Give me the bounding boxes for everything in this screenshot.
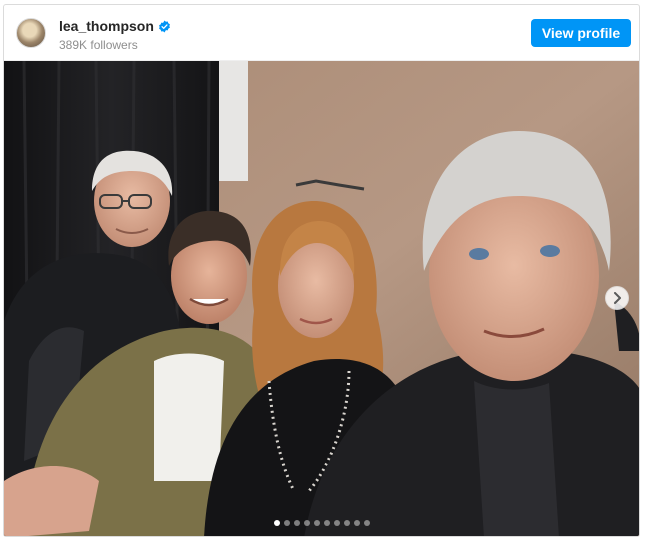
username-row: lea_thompson: [59, 18, 171, 34]
instagram-embed: lea_thompson 389K followers View profile: [3, 4, 640, 537]
post-media[interactable]: [4, 61, 639, 536]
username-link[interactable]: lea_thompson: [59, 18, 154, 34]
chevron-right-icon: [614, 292, 621, 304]
carousel-dot: [273, 520, 280, 526]
carousel-dot: [313, 520, 320, 526]
carousel-dot: [333, 520, 340, 526]
carousel-dot: [323, 520, 330, 526]
carousel-dot: [303, 520, 310, 526]
next-slide-button[interactable]: [605, 286, 629, 310]
carousel-dot: [293, 520, 300, 526]
post-header: lea_thompson 389K followers View profile: [4, 5, 639, 61]
post-photo: [4, 61, 639, 536]
avatar[interactable]: [16, 18, 46, 48]
view-profile-button[interactable]: View profile: [531, 19, 631, 47]
carousel-dot: [363, 520, 370, 526]
carousel-dot: [353, 520, 360, 526]
carousel-indicator: [4, 520, 639, 526]
carousel-dot: [283, 520, 290, 526]
verified-badge-icon: [158, 20, 170, 32]
carousel-dot: [343, 520, 350, 526]
follower-count: 389K followers: [59, 38, 138, 52]
